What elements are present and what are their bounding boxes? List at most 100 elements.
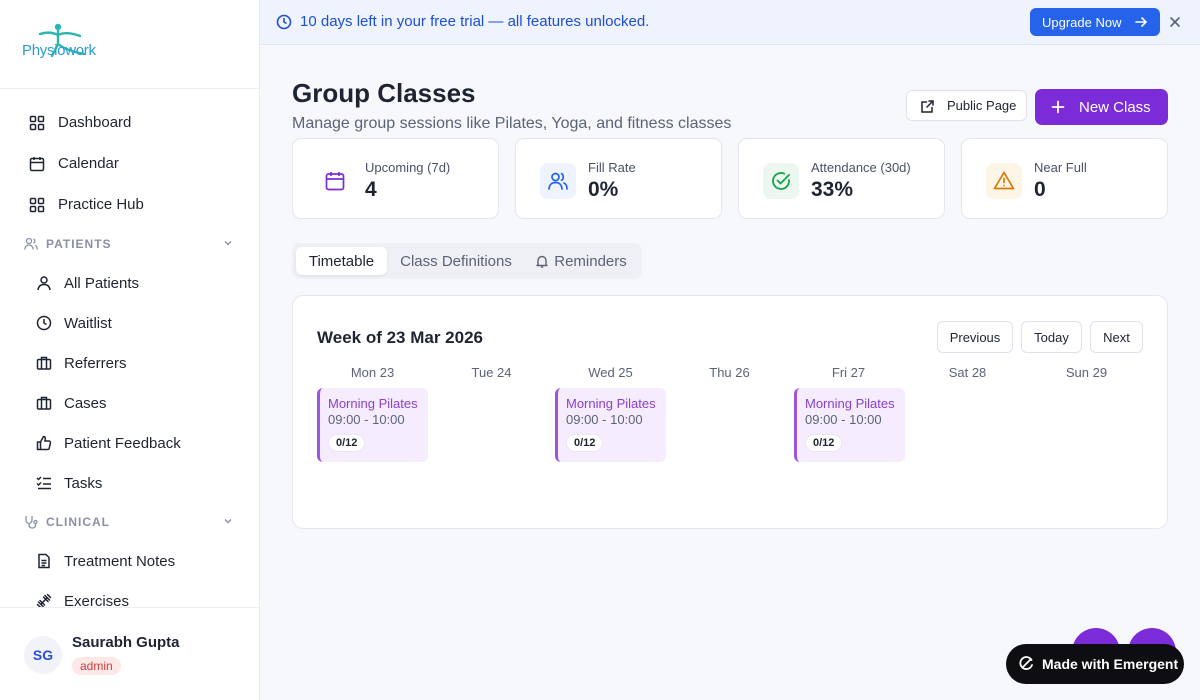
new-class-button[interactable]: New Class [1035, 89, 1168, 125]
sidebar-item-label: Dashboard [58, 114, 132, 131]
sidebar-item-treatment-notes[interactable]: Treatment Notes [0, 541, 259, 581]
sidebar-item-label: Cases [64, 394, 107, 412]
day-header: Tue 24 [471, 365, 512, 380]
dumbbell-icon [35, 592, 53, 607]
sidebar-item-label: Waitlist [64, 314, 112, 332]
sidebar-item-waitlist[interactable]: Waitlist [0, 303, 259, 343]
sidebar-item-label: Patient Feedback [64, 434, 181, 452]
briefcase-icon [35, 394, 53, 412]
made-with-emergent-badge[interactable]: Made with Emergent [1006, 644, 1184, 684]
sidebar-item-practice-hub[interactable]: Practice Hub [0, 184, 259, 225]
page-title: Group Classes [292, 78, 476, 108]
check-circle-icon [763, 163, 799, 199]
stat-value: 0% [588, 178, 619, 201]
trial-banner: 10 days left in your free trial — all fe… [260, 0, 1200, 45]
stat-value: 4 [365, 178, 377, 201]
tab-timetable[interactable]: Timetable [296, 247, 387, 275]
emergent-logo-icon [1018, 656, 1034, 672]
sidebar-item-label: Practice Hub [58, 196, 144, 213]
stat-label: Near Full [1034, 160, 1087, 175]
day-header: Wed 25 [588, 365, 633, 380]
public-page-label: Public Page [947, 98, 1017, 113]
sidebar-section-clinical[interactable]: CLINICAL [0, 503, 259, 541]
user-name: Saurabh Gupta [72, 634, 180, 651]
logo-text: Physiowork [22, 42, 96, 59]
app-logo[interactable]: Physiowork [22, 22, 98, 66]
sidebar-section-patients[interactable]: PATIENTS [0, 225, 259, 263]
calendar-icon [317, 163, 353, 199]
session-time: 09:00 - 10:00 [566, 412, 643, 427]
session-time: 09:00 - 10:00 [328, 412, 405, 427]
made-with-label: Made with Emergent [1042, 656, 1179, 672]
section-title: CLINICAL [46, 515, 110, 529]
close-icon[interactable] [1168, 15, 1182, 29]
sidebar-item-label: All Patients [64, 274, 140, 292]
session-name: Morning Pilates [805, 396, 895, 411]
session-capacity-badge: 0/12 [566, 434, 604, 452]
sidebar-item-dashboard[interactable]: Dashboard [0, 102, 259, 143]
session-name: Morning Pilates [328, 396, 418, 411]
stat-value: 33% [811, 178, 854, 201]
users-icon [540, 163, 576, 199]
alert-triangle-icon [986, 163, 1022, 199]
sidebar-item-referrers[interactable]: Referrers [0, 343, 259, 383]
sidebar-item-label: Exercises [64, 592, 130, 608]
sidebar-item-all-patients[interactable]: All Patients [0, 263, 259, 303]
sidebar-item-tasks[interactable]: Tasks [0, 463, 259, 503]
tab-class-definitions[interactable]: Class Definitions [391, 247, 521, 275]
sidebar-item-patient-feedback[interactable]: Patient Feedback [0, 423, 259, 463]
sidebar-item-label: Treatment Notes [64, 552, 176, 570]
new-class-label: New Class [1079, 98, 1151, 116]
tab-bar: Timetable Class Definitions Reminders [292, 243, 642, 279]
class-session-card[interactable]: Morning Pilates 09:00 - 10:00 0/12 [794, 388, 905, 462]
trial-banner-text: 10 days left in your free trial — all fe… [300, 13, 650, 30]
users-icon [24, 237, 38, 251]
stat-label: Upcoming (7d) [365, 160, 451, 175]
sidebar-item-label: Calendar [58, 155, 119, 172]
session-time: 09:00 - 10:00 [805, 412, 882, 427]
sidebar-item-exercises[interactable]: Exercises [0, 581, 259, 607]
day-header: Mon 23 [350, 365, 395, 380]
public-page-button[interactable]: Public Page [906, 90, 1027, 121]
sidebar: Physiowork Dashboard Calendar Practice H… [0, 0, 260, 700]
stat-label: Fill Rate [588, 160, 636, 175]
stat-card-near-full: Near Full 0 [961, 138, 1168, 219]
upgrade-now-button[interactable]: Upgrade Now [1030, 8, 1160, 36]
week-title: Week of 23 Mar 2026 [317, 328, 483, 347]
user-role-badge: admin [72, 657, 121, 675]
stat-card-upcoming: Upcoming (7d) 4 [292, 138, 499, 219]
briefcase-icon [35, 354, 53, 372]
tab-reminders[interactable]: Reminders [527, 247, 635, 275]
tab-label: Reminders [554, 252, 627, 270]
stat-card-attendance: Attendance (30d) 33% [738, 138, 945, 219]
next-week-button[interactable]: Next [1090, 321, 1143, 353]
previous-week-button[interactable]: Previous [937, 321, 1013, 353]
clock-icon [35, 314, 53, 332]
stat-card-fill-rate: Fill Rate 0% [515, 138, 722, 219]
calendar-icon [28, 155, 46, 173]
today-button[interactable]: Today [1021, 321, 1082, 353]
upgrade-now-label: Upgrade Now [1042, 14, 1122, 30]
stat-label: Attendance (30d) [811, 160, 911, 175]
sidebar-item-cases[interactable]: Cases [0, 383, 259, 423]
stat-value: 0 [1034, 178, 1046, 201]
class-session-card[interactable]: Morning Pilates 09:00 - 10:00 0/12 [317, 388, 428, 462]
timetable-card: Week of 23 Mar 2026 Previous Today Next … [292, 295, 1168, 529]
list-checks-icon [35, 474, 53, 492]
external-link-icon [920, 99, 935, 114]
sidebar-item-label: Referrers [64, 354, 127, 372]
user-profile[interactable]: SG Saurabh Gupta admin [0, 607, 259, 700]
session-name: Morning Pilates [566, 396, 656, 411]
day-header: Sun 29 [1065, 365, 1108, 380]
thumbs-up-icon [35, 434, 53, 452]
chevron-down-icon [223, 237, 233, 251]
arrow-right-icon [1134, 15, 1148, 29]
class-session-card[interactable]: Morning Pilates 09:00 - 10:00 0/12 [555, 388, 666, 462]
session-capacity-badge: 0/12 [805, 434, 843, 452]
day-header: Sat 28 [948, 365, 987, 380]
day-header: Fri 27 [831, 365, 866, 380]
sidebar-item-calendar[interactable]: Calendar [0, 143, 259, 184]
sidebar-nav: Dashboard Calendar Practice Hub PATIENTS [0, 102, 259, 607]
sidebar-item-label: Tasks [64, 474, 103, 492]
avatar: SG [24, 636, 62, 674]
